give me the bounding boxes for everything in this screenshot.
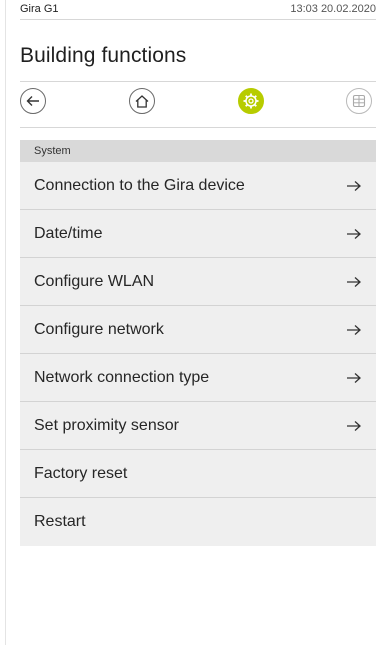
list-item-connection[interactable]: Connection to the Gira device [20,162,376,210]
arrow-right-icon [346,180,362,192]
list-item-factory-reset[interactable]: Factory reset [20,450,376,498]
status-bar: Gira G1 13:03 20.02.2020 [20,0,376,18]
section-header: System [20,140,376,162]
page-title: Building functions [20,44,187,67]
list-item-label: Configure WLAN [34,272,155,290]
status-divider [20,19,376,20]
list-item-label: Factory reset [34,464,128,482]
list-item-label: Date/time [34,224,103,242]
arrow-right-icon [346,420,362,432]
title-divider [20,81,376,82]
list-item-label: Set proximity sensor [34,416,179,434]
list-item-label: Network connection type [34,368,210,386]
arrow-right-icon [346,324,362,336]
grid-button[interactable] [346,88,372,114]
list-item-wlan[interactable]: Configure WLAN [20,258,376,306]
navigation-bar [20,88,376,118]
home-icon [135,94,149,108]
device-name: Gira G1 [20,3,59,15]
grid-icon [352,94,366,108]
home-button[interactable] [129,88,155,114]
nav-divider [20,127,376,128]
settings-list: System Connection to the Gira device Dat… [20,140,376,546]
arrow-right-icon [346,228,362,240]
list-item-label: Restart [34,513,86,530]
list-item-label: Configure network [34,320,164,338]
settings-button[interactable] [238,88,264,114]
list-item-restart[interactable]: Restart [20,498,376,546]
list-item-label: Connection to the Gira device [34,176,245,194]
status-datetime: 13:03 20.02.2020 [290,3,376,15]
arrow-right-icon [346,372,362,384]
list-item-datetime[interactable]: Date/time [20,210,376,258]
list-item-proximity[interactable]: Set proximity sensor [20,402,376,450]
list-item-network[interactable]: Configure network [20,306,376,354]
gear-icon [243,93,259,109]
back-button[interactable] [20,88,46,114]
frame-edge [5,0,6,645]
list-item-connection-type[interactable]: Network connection type [20,354,376,402]
back-arrow-icon [26,96,39,106]
arrow-right-icon [346,276,362,288]
